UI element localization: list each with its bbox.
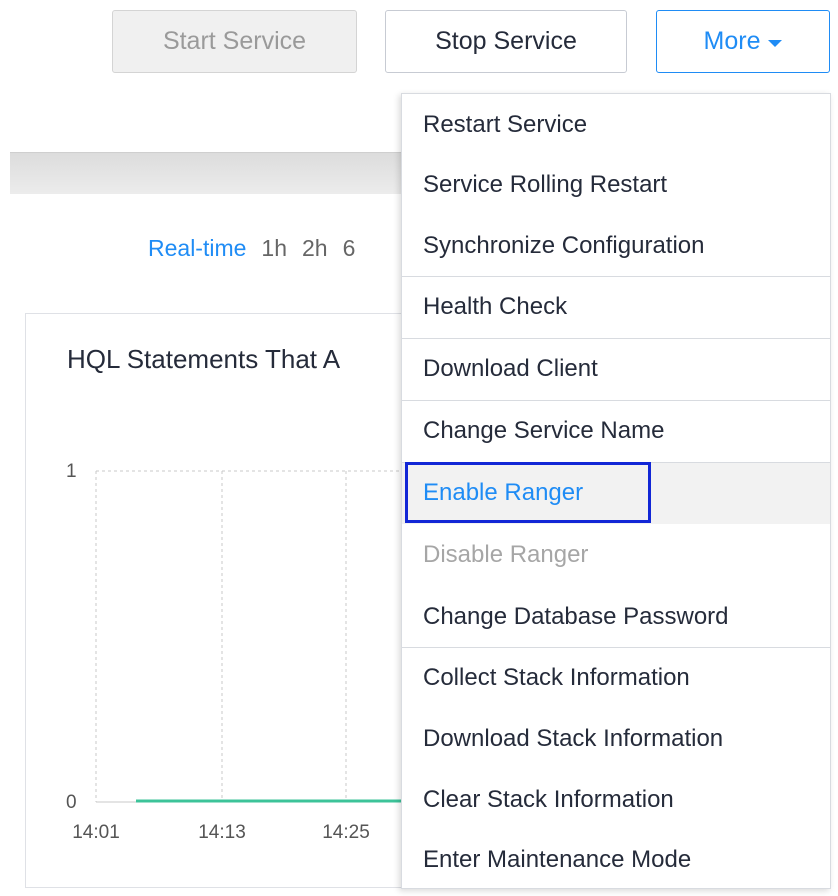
y-tick-label: 0: [66, 792, 77, 813]
more-label: More: [703, 27, 761, 55]
menu-item-restart-service[interactable]: Restart Service: [402, 94, 830, 155]
menu-item-change-service-name[interactable]: Change Service Name: [402, 400, 830, 462]
menu-item-health-check[interactable]: Health Check: [402, 276, 830, 338]
start-service-button[interactable]: Start Service: [112, 10, 357, 73]
menu-divider: [402, 647, 830, 648]
stop-service-button[interactable]: Stop Service: [385, 10, 627, 73]
menu-item-disable-ranger: Disable Ranger: [423, 541, 589, 568]
chart-panel: HQL Statements That A 1 0 14:01 14:13 14:25: [25, 313, 446, 888]
menu-item-synchronize-configuration[interactable]: Synchronize Configuration: [402, 215, 830, 276]
time-range-selector: Real-time 1h 2h 6: [148, 235, 355, 262]
x-tick-label: 14:13: [198, 822, 246, 843]
hql-chart: 1 0 14:01 14:13 14:25: [66, 461, 446, 843]
time-1h[interactable]: 1h: [261, 235, 287, 262]
tab-band: [10, 152, 430, 194]
x-tick-label: 14:01: [72, 822, 120, 843]
menu-item-service-rolling-restart[interactable]: Service Rolling Restart: [402, 155, 830, 215]
menu-item-download-client[interactable]: Download Client: [402, 338, 830, 400]
x-tick-label: 14:25: [322, 822, 370, 843]
menu-divider: [402, 462, 830, 463]
more-dropdown-button[interactable]: More: [656, 10, 830, 73]
menu-item-enable-ranger[interactable]: Enable Ranger: [402, 462, 830, 524]
menu-item-change-database-password[interactable]: Change Database Password: [402, 586, 830, 647]
time-realtime[interactable]: Real-time: [148, 235, 246, 262]
menu-item-enter-maintenance-mode[interactable]: Enter Maintenance Mode: [402, 830, 830, 890]
menu-item-download-stack-information[interactable]: Download Stack Information: [402, 709, 830, 769]
menu-divider: [402, 276, 830, 277]
service-page: Start Service Stop Service More Real-tim…: [0, 0, 838, 896]
time-2h[interactable]: 2h: [302, 235, 328, 262]
menu-item-clear-stack-information[interactable]: Clear Stack Information: [402, 769, 830, 830]
time-6h[interactable]: 6: [343, 235, 356, 262]
menu-item-collect-stack-information[interactable]: Collect Stack Information: [402, 647, 830, 709]
menu-divider: [402, 400, 830, 401]
more-dropdown-menu: Restart Service Service Rolling Restart Sy…: [401, 93, 831, 889]
caret-down-icon: [768, 40, 783, 47]
menu-divider: [402, 338, 830, 339]
y-tick-label: 1: [66, 461, 77, 482]
